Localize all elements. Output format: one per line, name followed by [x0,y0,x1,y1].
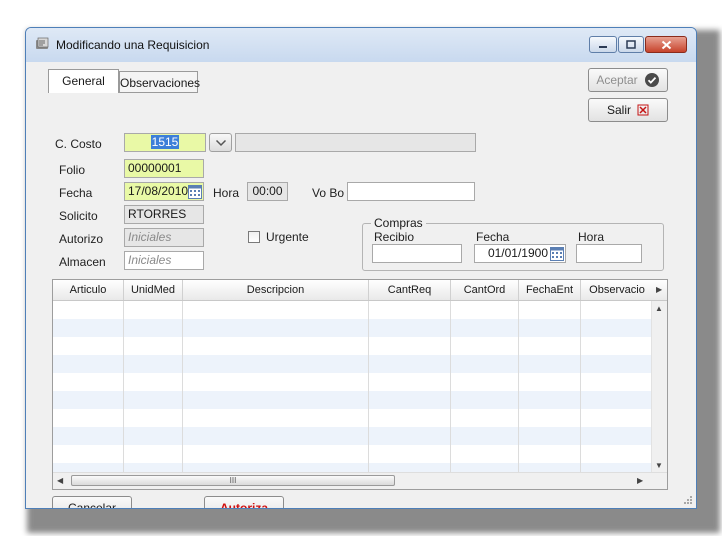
compras-title: Compras [371,216,426,230]
col-descripcion[interactable]: Descripcion [183,280,369,300]
table-row[interactable] [53,319,651,337]
close-button[interactable] [645,36,687,53]
solicito-label: Solicito [59,209,98,223]
table-row[interactable] [53,409,651,427]
c-costo-dropdown-button[interactable] [209,133,232,152]
autorizo-input[interactable]: Iniciales [124,228,204,247]
grid-col-divider [368,301,369,473]
grid-rows [53,301,651,473]
hora-input[interactable]: 00:00 [247,182,288,201]
window-title: Modificando una Requisicion [56,38,210,52]
col-observacion[interactable]: Observacio [581,280,653,300]
salir-button[interactable]: Salir [588,98,668,122]
c-costo-description [235,133,476,152]
tab-observaciones[interactable]: Observaciones [119,71,200,93]
compras-fecha-value: 01/01/1900 [487,246,548,260]
scroll-right-header-icon[interactable]: ▶ [656,285,662,294]
urgente-label: Urgente [266,230,309,244]
fecha-value: 17/08/2010 [128,184,189,198]
col-cantord[interactable]: CantOrd [451,280,519,300]
recibio-label: Recibio [374,230,415,244]
chevron-down-icon [215,139,226,146]
scroll-down-icon[interactable]: ▼ [655,461,663,470]
grid-col-divider [580,301,581,473]
compras-fecha-label: Fecha [476,230,510,244]
grid-col-divider [123,301,124,473]
c-costo-input[interactable]: 1515 [124,133,206,152]
table-row[interactable] [53,337,651,355]
almacen-label: Almacen [59,255,106,269]
calendar-icon[interactable] [188,184,202,199]
items-grid[interactable]: Articulo UnidMed Descripcion CantReq Can… [52,279,668,490]
col-unidmed[interactable]: UnidMed [124,280,183,300]
check-icon [644,73,659,87]
table-row[interactable] [53,391,651,409]
table-row[interactable] [53,427,651,445]
fecha-label: Fecha [59,186,93,200]
title-bar[interactable]: Modificando una Requisicion [26,28,696,62]
scroll-left-icon[interactable]: ◀ [57,476,63,485]
autoriza-button[interactable]: Autoriza [204,496,284,508]
col-cantreq[interactable]: CantReq [369,280,451,300]
vertical-scrollbar[interactable]: ▲ ▼ [651,301,667,473]
grid-col-divider [450,301,451,473]
c-costo-value: 1515 [150,135,180,149]
table-row[interactable] [53,355,651,373]
fecha-input[interactable]: 17/08/2010 [124,182,204,201]
horizontal-scroll-thumb[interactable]: III [71,475,395,486]
scroll-up-icon[interactable]: ▲ [655,304,663,313]
urgente-checkbox[interactable] [248,231,260,243]
folio-label: Folio [59,163,86,177]
compras-hora-label: Hora [578,230,605,244]
vo-bo-label: Vo Bo [312,186,345,200]
col-articulo[interactable]: Articulo [53,280,124,300]
minimize-icon [599,45,607,48]
requisicion-window: Modificando una Requisicion General Obse… [25,27,697,509]
recibio-input[interactable] [372,244,462,263]
hora-label: Hora [213,186,240,200]
close-icon [661,40,671,49]
aceptar-label: Aceptar [596,73,638,87]
cancelar-button[interactable]: Cancelar [52,496,132,508]
table-row[interactable] [53,373,651,391]
exit-x-icon [637,104,649,116]
scroll-right-icon[interactable]: ▶ [637,476,643,485]
maximize-icon [626,40,636,49]
grid-header: Articulo UnidMed Descripcion CantReq Can… [53,280,667,301]
autorizo-label: Autorizo [59,232,104,246]
maximize-button[interactable] [618,36,644,53]
folio-input[interactable]: 00000001 [124,159,204,178]
almacen-input[interactable]: Iniciales [124,251,204,270]
tab-general[interactable]: General [48,69,119,93]
compras-hora-input[interactable] [576,244,642,263]
compras-fecha-input[interactable]: 01/01/1900 [474,244,566,263]
resize-grip-icon[interactable] [683,495,693,505]
calendar-icon[interactable] [550,246,564,261]
vo-bo-input[interactable] [347,182,475,201]
minimize-button[interactable] [589,36,617,53]
grid-col-divider [182,301,183,473]
dialog-body: General Observaciones Aceptar Salir C. C… [26,62,696,508]
table-row[interactable] [53,445,651,463]
aceptar-button[interactable]: Aceptar [588,68,668,92]
solicito-input: RTORRES [124,205,204,224]
horizontal-scrollbar[interactable]: ◀ III ▶ [53,472,667,489]
col-fechaent[interactable]: FechaEnt [519,280,581,300]
app-icon [36,37,49,49]
grid-col-divider [518,301,519,473]
salir-label: Salir [606,103,631,117]
c-costo-label: C. Costo [55,137,102,151]
table-row[interactable] [53,301,651,319]
